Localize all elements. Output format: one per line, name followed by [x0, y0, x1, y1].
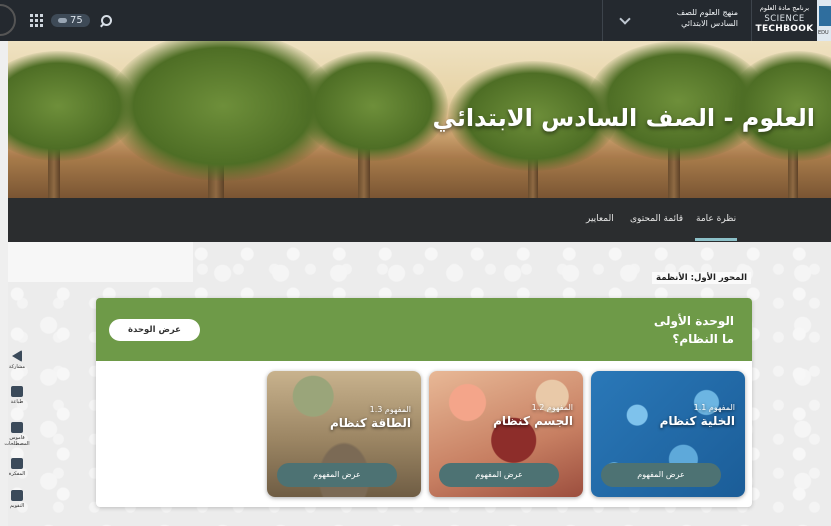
top-bar: 75 منهج العلوم للصف السادس الابتدائي برن…: [0, 0, 831, 41]
curriculum-line-2: السادس الابتدائي: [681, 19, 738, 28]
edu-logo: EDU: [817, 0, 831, 41]
calendar-tool[interactable]: التقويم: [4, 490, 30, 509]
search-icon[interactable]: [98, 13, 114, 29]
concept-number: المفهوم 1.1: [693, 403, 735, 412]
calendar-icon: [11, 490, 23, 501]
curriculum-line-1: منهج العلوم للصف: [676, 8, 738, 17]
calendar-label: التقويم: [9, 503, 25, 509]
brand-arabic: برنامج مادة العلوم: [759, 4, 810, 12]
book-icon: [11, 422, 23, 433]
hero-banner: العلوم - الصف السادس الابتدائي: [8, 41, 831, 198]
notebook-label: المفكرة: [8, 471, 26, 477]
view-unit-button[interactable]: عرض الوحدة: [109, 319, 200, 341]
concept-card-1[interactable]: المفهوم 1.1 الخلية كنظام عرض المفهوم: [591, 371, 745, 497]
edu-label: EDU: [818, 30, 829, 36]
notebook-tool[interactable]: المفكرة: [4, 458, 30, 477]
apps-grid-icon[interactable]: [30, 14, 43, 27]
view-concept-button[interactable]: عرض المفهوم: [277, 463, 397, 487]
notifications-count: 75: [70, 15, 83, 26]
tab-standards[interactable]: المعايير: [586, 214, 614, 224]
brand-science: SCIENCE: [764, 14, 805, 24]
tab-overview[interactable]: نظرة عامة: [696, 214, 736, 224]
unit-title-line-2: ما النظام؟: [672, 332, 734, 346]
page-title: العلوم - الصف السادس الابتدائي: [432, 104, 815, 132]
glossary-label: قاموس المصطلحات: [4, 435, 30, 447]
unit-title-line-1: الوحدة الأولى: [653, 314, 734, 328]
unit-header: الوحدة الأولى ما النظام؟ عرض الوحدة: [96, 298, 752, 361]
concept-label: المفهوم 1.3 الطاقة كنظام: [330, 405, 411, 430]
cloud-icon: [58, 18, 67, 23]
concept-card-2[interactable]: المفهوم 1.2 الجسم كنظام عرض المفهوم: [429, 371, 583, 497]
concept-number: المفهوم 1.2: [531, 403, 573, 412]
concept-name: الخلية كنظام: [659, 414, 735, 428]
concept-name: الطاقة كنظام: [330, 416, 411, 430]
concept-label: المفهوم 1.2 الجسم كنظام: [493, 403, 573, 428]
unit-card: الوحدة الأولى ما النظام؟ عرض الوحدة المف…: [96, 298, 752, 507]
share-tool[interactable]: مشاركة: [4, 350, 30, 370]
brand-techbook: TECHBOOK: [755, 24, 814, 34]
share-icon: [12, 350, 22, 362]
chevron-down-icon: [619, 12, 631, 25]
share-label: مشاركة: [8, 364, 26, 370]
unit-title: الوحدة الأولى ما النظام؟: [654, 312, 734, 348]
active-tab-indicator: [695, 238, 737, 241]
concept-label: المفهوم 1.1 الخلية كنظام: [660, 403, 735, 428]
brand-logo[interactable]: برنامج مادة العلوم SCIENCE TECHBOOK: [751, 0, 817, 41]
print-icon: [11, 386, 23, 397]
notifications-badge[interactable]: 75: [51, 14, 90, 27]
view-concept-button[interactable]: عرض المفهوم: [601, 463, 721, 487]
notebook-icon: [11, 458, 23, 469]
curriculum-selector[interactable]: منهج العلوم للصف السادس الابتدائي: [602, 0, 750, 41]
tab-content-list[interactable]: قائمة المحتوى: [630, 214, 683, 224]
glossary-tool[interactable]: قاموس المصطلحات: [4, 422, 30, 447]
print-label: طباعة: [10, 399, 24, 405]
section-label: المحور الأول: الأنظمة: [652, 272, 751, 284]
print-tool[interactable]: طباعة: [4, 386, 30, 405]
concept-number: المفهوم 1.3: [369, 405, 411, 414]
content-patch: [8, 242, 193, 282]
tools-sidebar: مشاركة طباعة قاموس المصطلحات المفكرة الت…: [0, 340, 30, 520]
edu-logo-icon: [819, 6, 831, 26]
concept-card-3[interactable]: المفهوم 1.3 الطاقة كنظام عرض المفهوم: [267, 371, 421, 497]
view-concept-button[interactable]: عرض المفهوم: [439, 463, 559, 487]
concept-name: الجسم كنظام: [493, 414, 573, 428]
course-nav: نظرة عامة قائمة المحتوى المعايير: [8, 198, 831, 242]
